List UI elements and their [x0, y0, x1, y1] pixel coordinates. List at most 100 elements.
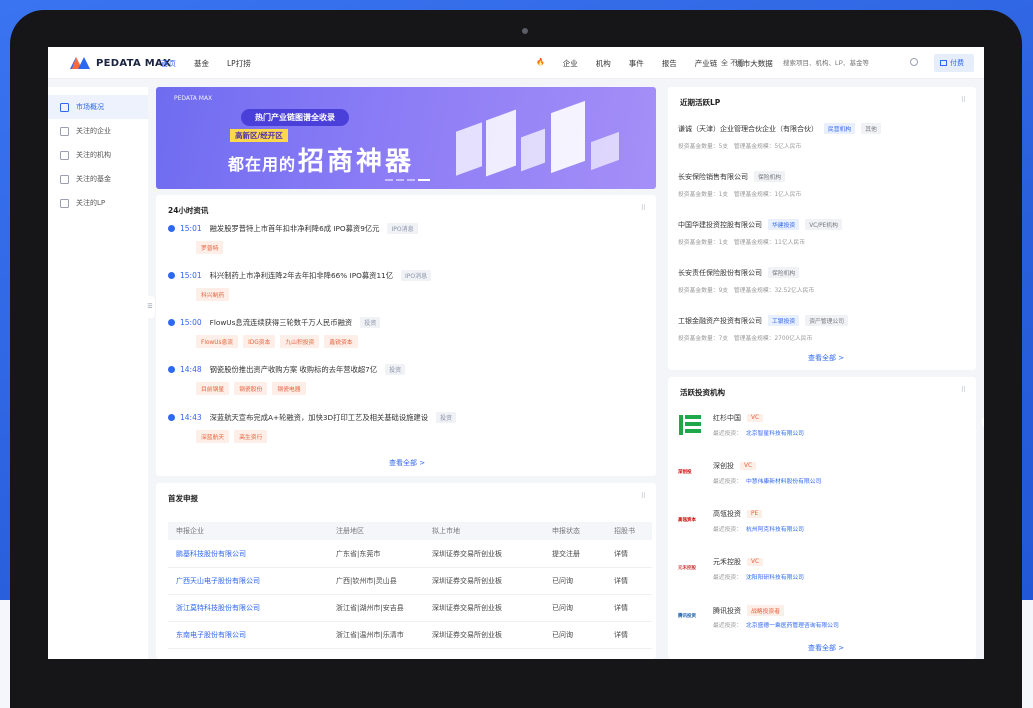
institution-logo: 高瓴资本 — [678, 509, 704, 535]
recent-company-link[interactable]: 中慧伟康新材料股份有限公司 — [746, 479, 821, 485]
institution-logo: 深创投 — [678, 461, 704, 487]
lp-item[interactable]: 谦诚（天津）企业管理合伙企业（有限合伙） 民营机构 其他 投资基金数量：5支 管理基金… — [678, 123, 881, 150]
institution-name-row: 元禾控股 VC — [713, 557, 764, 567]
news-tag[interactable]: 钢瓷电器 — [272, 382, 306, 395]
institution-name[interactable]: 元禾控股 — [713, 557, 741, 567]
lp-item[interactable]: 工银金融资产投资有限公司 工银投资 资产管理公司 投资基金数量：7支 管理基金规模：2… — [678, 315, 848, 342]
news-tag[interactable]: 深蓝航天 — [196, 430, 230, 443]
sidebar-collapse-handle[interactable]: ☰ — [145, 296, 155, 318]
institution-item[interactable]: 深创投 深创投 VC 最近投资： 中慧伟康新材料股份有限公司 — [678, 461, 968, 501]
company-link[interactable]: 浙江莫特科技股份有限公司 — [176, 603, 260, 613]
lp-name[interactable]: 长安保险销售有限公司 — [678, 172, 748, 182]
table-row[interactable]: 广西天山电子股份有限公司 广西|钦州市|灵山县 深圳证券交易所创业板 已问询 详情 — [168, 568, 652, 595]
news-headline[interactable]: 融发股罗普特上市首年扣非净利降6成 IPO募资9亿元 — [210, 224, 380, 234]
brand-logo[interactable]: PEDATA MAX — [70, 57, 171, 69]
news-tag[interactable]: 九山积投资 — [280, 335, 320, 348]
institution-item[interactable]: 腾讯投资 腾讯投资 战略投资者 最近投资： 北京盛德一乘医药管理咨询有限公司 — [678, 605, 968, 645]
company-link[interactable]: 广西天山电子股份有限公司 — [176, 576, 260, 586]
inst-view-all-link[interactable]: 查看全部 > — [808, 643, 844, 653]
table-row[interactable]: 浙江莫特科技股份有限公司 浙江省|湖州市|安吉县 深圳证券交易所创业板 已问询 详情 — [168, 595, 652, 622]
news-tag[interactable]: IDG资本 — [243, 335, 276, 348]
column-header: 申报企业 — [176, 527, 204, 535]
news-tag[interactable]: 高生资行 — [234, 430, 268, 443]
banner-headline-prefix: 都在用的 — [228, 155, 297, 174]
drag-handle-icon[interactable]: ⠿ — [961, 386, 966, 394]
search-icon[interactable] — [910, 58, 918, 66]
prospectus-link[interactable]: 详情 — [614, 549, 628, 559]
prospectus-link[interactable]: 详情 — [614, 576, 628, 586]
search-input[interactable] — [775, 55, 930, 71]
news-item[interactable]: 14:43 深蓝航天宣布完成A+轮融资，加快3D打印工艺及相关基础设施建设 投资 深蓝… — [168, 412, 457, 443]
news-headline[interactable]: 科兴制药上市净利连降2年去年扣非降66% IPO募资11亿 — [210, 271, 393, 281]
lp-name[interactable]: 谦诚（天津）企业管理合伙企业（有限合伙） — [678, 124, 818, 134]
sidebar-item[interactable]: 关注的基金 — [48, 167, 148, 191]
table-cell: 提交注册 — [552, 550, 580, 558]
lp-name-row: 长安保险销售有限公司 保险机构 — [678, 171, 801, 182]
drag-handle-icon[interactable]: ⠿ — [641, 204, 646, 212]
news-item[interactable]: 15:01 融发股罗普特上市首年扣非净利降6成 IPO募资9亿元 IPO消息 罗普特 — [168, 223, 418, 254]
news-tag[interactable]: 钢瓷股份 — [234, 382, 268, 395]
lp-item[interactable]: 长安责任保险股份有限公司 保险机构 投资基金数量：9支 管理基金规模：32.52亿人… — [678, 267, 814, 294]
lp-tag: 保险机构 — [768, 267, 800, 278]
sidebar-item[interactable]: 市场概况 — [48, 95, 148, 119]
lp-name[interactable]: 长安责任保险股份有限公司 — [678, 268, 762, 278]
chevron-down-icon: ∨ — [761, 58, 767, 66]
recent-company-link[interactable]: 沈阳阳研科技有限公司 — [746, 575, 804, 581]
sidebar-item[interactable]: 关注的LP — [48, 191, 148, 215]
lp-name[interactable]: 中国华建投资控股有限公司 — [678, 220, 762, 230]
table-cell: 深圳证券交易所创业板 — [432, 604, 502, 612]
lp-tag: 保险机构 — [754, 171, 786, 182]
news-item[interactable]: 14:48 钢瓷股份推出资产收购方案 收购标的去年营收超7亿 投资 目前钢星 钢瓷股份钢… — [168, 364, 406, 395]
institution-item[interactable]: 红杉中国 VC 最近投资： 北京智星科技有限公司 — [678, 413, 968, 453]
prospectus-link[interactable]: 详情 — [614, 603, 628, 613]
news-tag[interactable]: 鑫锐资本 — [324, 335, 358, 348]
sidebar-item[interactable]: 关注的企业 — [48, 119, 148, 143]
news-tag[interactable]: 科兴制药 — [196, 288, 230, 301]
company-link[interactable]: 鹏基科技股份有限公司 — [176, 549, 246, 559]
institution-name[interactable]: 红杉中国 — [713, 413, 741, 423]
institution-type-tag: VC — [740, 462, 757, 470]
institution-item[interactable]: 高瓴资本 高瓴投资 PE 最近投资： 杭州阿克科技有限公司 — [678, 509, 968, 549]
news-line: 15:01 科兴制药上市净利连降2年去年扣非降66% IPO募资11亿 IPO消息 — [168, 270, 432, 281]
table-row[interactable]: 东南电子股份有限公司 浙江省|温州市|乐清市 深圳证券交易所创业板 已问询 详情 — [168, 622, 652, 649]
news-headline[interactable]: FlowUs息流连续获得三轮数千万人民币融资 — [210, 318, 353, 328]
lp-name[interactable]: 工银金融资产投资有限公司 — [678, 316, 762, 326]
institution-name[interactable]: 腾讯投资 — [713, 606, 741, 616]
floating-help-button[interactable] — [982, 414, 984, 430]
sidebar-item[interactable]: 关注的机构 — [48, 143, 148, 167]
news-headline[interactable]: 钢瓷股份推出资产收购方案 收购标的去年营收超7亿 — [210, 365, 378, 375]
institution-name[interactable]: 高瓴投资 — [713, 509, 741, 519]
recent-company-link[interactable]: 北京盛德一乘医药管理咨询有限公司 — [746, 623, 839, 629]
lp-name-row: 中国华建投资控股有限公司 华建投资 VC/PE机构 — [678, 219, 842, 230]
carousel-dots[interactable] — [385, 179, 430, 181]
lp-view-all-link[interactable]: 查看全部 > — [808, 353, 844, 363]
column-header: 拟上市地 — [432, 527, 460, 535]
promo-banner[interactable]: PEDATA MAX 热门产业链图谱全收录 高新区/经开区 都在用的招商神器 — [156, 87, 656, 189]
pay-button[interactable]: 付费 — [934, 54, 974, 72]
camera-dot — [522, 28, 528, 34]
drag-handle-icon[interactable]: ⠿ — [961, 96, 966, 104]
table-row[interactable]: 鹏基科技股份有限公司 广东省|东莞市 深圳证券交易所创业板 提交注册 详情 — [168, 541, 652, 568]
table-cell: 已问询 — [552, 604, 573, 612]
recent-company-link[interactable]: 杭州阿克科技有限公司 — [746, 527, 804, 533]
search-scope-select[interactable]: 全 不限 — [721, 58, 744, 68]
lp-item[interactable]: 长安保险销售有限公司 保险机构 投资基金数量：1支 管理基金规模：1亿人民币 — [678, 171, 801, 198]
news-tag[interactable]: FlowUs息流 — [196, 335, 239, 348]
lp-meta: 投资基金数量：5支 管理基金规模：5亿人民币 — [678, 144, 802, 150]
news-item[interactable]: 15:00 FlowUs息流连续获得三轮数千万人民币融资 投资 FlowUs息流 IDG… — [168, 317, 381, 348]
recent-label: 最近投资： — [713, 575, 742, 581]
institution-item[interactable]: 元禾控股 元禾控股 VC 最近投资： 沈阳阳研科技有限公司 — [678, 557, 968, 597]
news-tag[interactable]: 目前钢星 — [196, 382, 230, 395]
lp-item[interactable]: 中国华建投资控股有限公司 华建投资 VC/PE机构 投资基金数量：1支 管理基金规模：… — [678, 219, 842, 246]
news-item[interactable]: 15:01 科兴制药上市净利连降2年去年扣非降66% IPO募资11亿 IPO消息科… — [168, 270, 432, 301]
institution-name[interactable]: 深创投 — [713, 461, 734, 471]
drag-handle-icon[interactable]: ⠿ — [641, 492, 646, 500]
news-tag[interactable]: 罗普特 — [196, 241, 224, 254]
recent-company-link[interactable]: 北京智星科技有限公司 — [746, 431, 804, 437]
news-title: 24小时资讯 — [168, 206, 209, 215]
institution-logo-text: 深创投 — [678, 470, 692, 475]
prospectus-link[interactable]: 详情 — [614, 630, 628, 640]
company-link[interactable]: 东南电子股份有限公司 — [176, 630, 246, 640]
news-headline[interactable]: 深蓝航天宣布完成A+轮融资，加快3D打印工艺及相关基础设施建设 — [210, 413, 428, 423]
news-view-all-link[interactable]: 查看全部 > — [389, 458, 425, 468]
